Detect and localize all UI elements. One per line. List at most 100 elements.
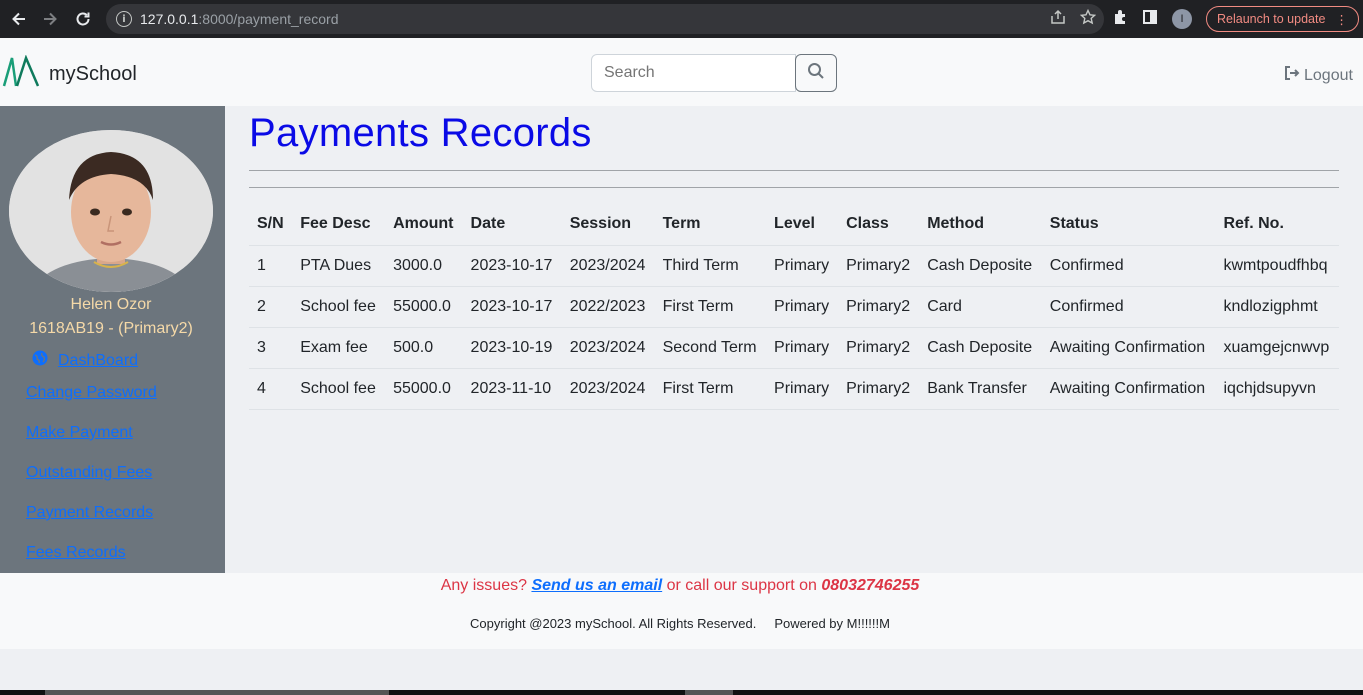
column-header: Session (561, 204, 655, 246)
sidebar-item-dashboard[interactable]: DashBoard (26, 350, 157, 382)
table-cell: 55000.0 (385, 286, 463, 328)
footer: Any issues? Send us an email or call our… (0, 573, 1363, 649)
logout-link[interactable]: Logout (1284, 65, 1353, 86)
table-cell: 500.0 (385, 327, 463, 369)
extensions-icon[interactable] (1112, 9, 1128, 30)
column-header: Date (462, 204, 562, 246)
student-name: Helen Ozor (70, 296, 152, 313)
payments-table: S/N Fee Desc Amount Date Session Term Le… (249, 204, 1339, 410)
table-cell: 2023-10-17 (462, 286, 562, 328)
main-content: Payments Records S/N Fee Desc Amount Dat… (225, 106, 1363, 573)
relaunch-button[interactable]: Relaunch to update ⋮ (1206, 6, 1359, 32)
table-cell: 2022/2023 (561, 286, 655, 328)
table-cell: First Term (654, 368, 767, 410)
myschool-logo-icon (2, 54, 40, 94)
brand[interactable]: mySchool (2, 54, 137, 94)
brand-name: mySchool (49, 63, 137, 85)
table-header-row: S/N Fee Desc Amount Date Session Term Le… (249, 204, 1339, 246)
table-cell: Primary (766, 286, 839, 328)
table-cell: Cash Deposite (919, 327, 1042, 369)
table-cell: First Term (654, 286, 767, 328)
sidebar-item-make-payment[interactable]: Make Payment (26, 422, 157, 462)
divider (249, 187, 1339, 188)
avatar (9, 130, 213, 292)
table-cell: 2 (249, 286, 293, 328)
table-cell: kndlozigphmt (1215, 286, 1339, 328)
sidebar-item-change-password[interactable]: Change Password (26, 382, 157, 422)
sidebar: Helen Ozor 1618AB19 - (Primary2) DashBoa… (0, 106, 225, 573)
sidebar-item-payment-records[interactable]: Payment Records (26, 502, 157, 542)
sidebar-item-outstanding-fees[interactable]: Outstanding Fees (26, 462, 157, 502)
table-cell: Primary2 (838, 368, 920, 410)
table-cell: Primary (766, 368, 839, 410)
column-header: Class (838, 204, 920, 246)
back-icon[interactable] (4, 4, 34, 34)
taskbar-strip (0, 690, 1363, 695)
table-cell: 55000.0 (385, 368, 463, 410)
browser-toolbar: i 127.0.0.1:8000/payment_record I Relaun… (0, 0, 1363, 38)
table-cell: iqchjdsupyvn (1215, 368, 1339, 410)
page-bottom (0, 649, 1363, 695)
table-cell: Awaiting Confirmation (1041, 368, 1216, 410)
table-cell: kwmtpoudfhbq (1215, 245, 1339, 287)
url-text: 127.0.0.1:8000/payment_record (140, 11, 339, 27)
column-header: Status (1041, 204, 1216, 246)
reload-icon[interactable] (68, 4, 98, 34)
table-cell: 2023-10-19 (462, 327, 562, 369)
app-navbar: mySchool Logout (0, 38, 1363, 106)
table-cell: 2023-11-10 (462, 368, 562, 410)
table-row: 4 School fee 55000.0 2023-11-10 2023/202… (249, 368, 1339, 410)
column-header: Level (766, 204, 839, 246)
more-vert-icon: ⋮ (1335, 12, 1348, 27)
copyright-line: Copyright @2023 mySchool. All Rights Res… (0, 616, 1360, 631)
table-cell: 3 (249, 327, 293, 369)
table-cell: Second Term (654, 327, 767, 369)
column-header: Term (654, 204, 767, 246)
table-cell: 2023-10-17 (462, 245, 562, 287)
search-form (591, 54, 837, 92)
table-cell: 1 (249, 245, 293, 287)
table-cell: Primary2 (838, 286, 920, 328)
table-cell: PTA Dues (292, 245, 386, 287)
address-bar[interactable]: i 127.0.0.1:8000/payment_record (106, 4, 1104, 34)
support-phone: 08032746255 (821, 577, 920, 594)
side-panel-icon[interactable] (1142, 9, 1158, 30)
share-icon[interactable] (1050, 9, 1066, 29)
powered-by-text: Powered by M!!!!!!M (774, 616, 890, 631)
table-row: 3 Exam fee 500.0 2023-10-19 2023/2024 Se… (249, 327, 1339, 369)
support-line: Any issues? Send us an email or call our… (440, 577, 920, 594)
search-icon (807, 62, 825, 85)
table-cell: Card (919, 286, 1042, 328)
table-cell: Primary2 (838, 327, 920, 369)
table-row: 2 School fee 55000.0 2023-10-17 2022/202… (249, 286, 1339, 328)
table-cell: Cash Deposite (919, 245, 1042, 287)
send-email-link[interactable]: Send us an email (531, 577, 662, 594)
table-cell: Confirmed (1041, 245, 1216, 287)
column-header: S/N (249, 204, 293, 246)
table-cell: xuamgejcnwvp (1215, 327, 1339, 369)
search-button[interactable] (795, 54, 837, 92)
divider (249, 170, 1339, 171)
sidebar-nav: DashBoard Change Password Make Payment O… (26, 350, 157, 582)
table-cell: Exam fee (292, 327, 386, 369)
table-cell: 3000.0 (385, 245, 463, 287)
forward-icon[interactable] (35, 4, 65, 34)
column-header: Ref. No. (1215, 204, 1339, 246)
table-cell: Primary (766, 327, 839, 369)
table-cell: Bank Transfer (919, 368, 1042, 410)
table-cell: Confirmed (1041, 286, 1216, 328)
search-input[interactable] (591, 54, 796, 92)
table-cell: 2023/2024 (561, 327, 655, 369)
table-cell: Awaiting Confirmation (1041, 327, 1216, 369)
globe-icon (32, 350, 48, 373)
table-cell: Primary (766, 245, 839, 287)
bookmark-star-icon[interactable] (1079, 8, 1097, 29)
profile-avatar[interactable]: I (1172, 9, 1192, 29)
table-row: 1 PTA Dues 3000.0 2023-10-17 2023/2024 T… (249, 245, 1339, 287)
column-header: Method (919, 204, 1042, 246)
column-header: Fee Desc (292, 204, 386, 246)
table-cell: Third Term (654, 245, 767, 287)
site-info-icon[interactable]: i (116, 11, 132, 27)
copyright-text: Copyright @2023 mySchool. All Rights Res… (470, 616, 757, 631)
column-header: Amount (385, 204, 463, 246)
